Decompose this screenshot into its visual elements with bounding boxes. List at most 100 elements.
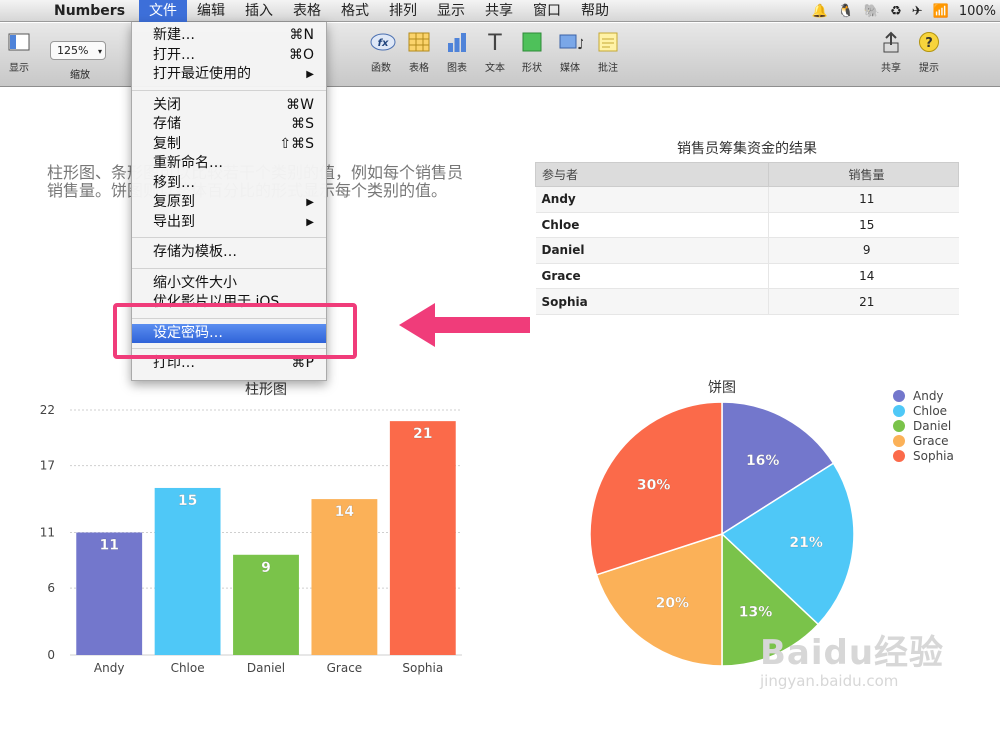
comment-button[interactable]: 批注 [597,31,619,74]
menu-separator [132,267,326,269]
header-participant[interactable]: 参与者 [535,162,769,187]
menu-item-open-recent[interactable]: 打开最近使用的 ▶ [132,65,326,85]
qq-icon[interactable]: 🐧 [838,4,854,19]
menu-help[interactable]: 帮助 [571,0,619,22]
menu-separator [132,89,326,91]
watermark-brand: Baidu经验 [760,633,945,673]
baidu-watermark: Baidu经验 jingyan.baidu.com [760,625,944,690]
menu-item-reduce-file-size[interactable]: 缩小文件大小 [132,274,326,294]
submenu-arrow-icon: ▶ [306,69,314,80]
shape-button[interactable]: 形状 [521,31,543,74]
menu-arrange[interactable]: 排列 [379,0,427,22]
table-cell[interactable]: Chloe [535,211,769,239]
header-sales[interactable]: 销售量 [767,162,960,187]
menu-item-rename[interactable]: 重新命名… [132,154,326,174]
table-row: Grace 14 [535,262,959,290]
zoom-select[interactable]: 125% ▾ [50,41,106,60]
bar[interactable] [389,421,456,655]
table-row: Sophia 21 [535,288,959,315]
menu-item-revert-to[interactable]: 复原到 ▶ [132,193,326,213]
highlight-box [113,303,357,359]
pointer-arrow-icon [399,303,530,347]
menu-item-save-as-template[interactable]: 存储为模板… [132,243,326,263]
menu-item-new[interactable]: 新建… ⌘N [132,26,326,46]
menu-item-duplicate[interactable]: 复制 ⇧⌘S [132,135,326,155]
bar[interactable] [154,487,221,655]
menu-separator [132,237,326,238]
text-button[interactable]: T 文本 [484,31,506,74]
x-tick-label: Chloe [171,661,205,675]
menu-item-open[interactable]: 打开… ⌘O [132,46,326,66]
menu-share[interactable]: 共享 [475,0,523,22]
table-cell[interactable]: Grace [535,262,769,290]
menu-edit[interactable]: 编辑 [187,0,235,22]
table-cell[interactable]: Daniel [535,237,769,264]
bell-icon[interactable]: 🔔 [812,4,828,19]
menu-item-close[interactable]: 关闭 ⌘W [132,96,326,116]
menu-view[interactable]: 显示 [427,0,475,22]
menu-item-move-to[interactable]: 移到… [132,174,326,194]
app-menu[interactable]: Numbers [40,3,139,19]
legend-label: Daniel [913,419,951,433]
table-cell[interactable]: 21 [767,288,959,315]
table-cell[interactable]: Sophia [535,288,769,315]
view-icon [8,31,30,53]
legend-swatch [893,420,905,432]
submenu-arrow-icon: ▶ [306,197,314,208]
svg-text:♪: ♪ [577,37,583,53]
menu-file[interactable]: 文件 [139,0,188,22]
table-cell[interactable]: 15 [767,211,959,239]
share-button[interactable]: 共享 [880,31,902,74]
battery-level[interactable]: 100% [959,4,996,19]
view-button[interactable]: 显示 [8,31,30,74]
table-cell[interactable]: 14 [767,262,959,290]
table-cell[interactable]: Andy [535,186,769,213]
sales-table[interactable]: 参与者 销售量 Andy 11 Chloe 15 Daniel 9 Grace 14 S… [535,162,960,315]
menu-insert[interactable]: 插入 [235,0,283,22]
x-tick-label: Grace [327,661,363,675]
bar-chart[interactable]: 柱形图 0 6 11 17 22 11 Andy 15 Chloe 9 Daniel 14 Grace 21… [0,375,480,680]
airmail-icon[interactable]: ✈ [912,4,923,19]
table-cell[interactable]: 11 [767,186,959,213]
pie-value-label: 21% [789,535,823,551]
pie-value-label: 20% [656,595,690,611]
x-tick-label: Andy [94,661,125,675]
legend-swatch [893,390,905,402]
svg-text:fx: fx [378,38,389,49]
table-row: Daniel 9 [535,237,959,264]
menu-format[interactable]: 格式 [331,0,379,22]
function-button[interactable]: fx 函数 [370,31,396,74]
chart-button[interactable]: 图表 [446,31,468,74]
legend-swatch [893,435,905,447]
legend-swatch [893,405,905,417]
table-cell[interactable]: 9 [767,237,959,264]
table-icon [408,31,430,53]
menubar: Numbers 文件 编辑 插入 表格 格式 排列 显示 共享 窗口 帮助 🔔 … [0,0,1000,22]
menu-item-save[interactable]: 存储 ⌘S [132,115,326,135]
legend-label: Sophia [913,449,954,463]
media-icon: ♪ [559,31,586,53]
wifi-icon[interactable]: 📶 [933,4,949,19]
table-button[interactable]: 表格 [408,31,430,74]
sync-icon[interactable]: ♻ [890,4,902,19]
question-icon: ? [918,31,940,53]
pie-value-label: 13% [739,605,773,621]
shape-icon [521,31,543,53]
media-button[interactable]: ♪ 媒体 [559,31,586,74]
table-title[interactable]: 销售员筹集资金的结果 [535,138,959,158]
menu-table[interactable]: 表格 [283,0,331,22]
evernote-icon[interactable]: 🐘 [864,4,880,19]
menu-item-export-to[interactable]: 导出到 ▶ [132,213,326,233]
legend-label: Chloe [913,404,947,418]
menu-window[interactable]: 窗口 [523,0,571,22]
bar[interactable] [311,499,378,655]
legend-label: Andy [913,389,944,403]
tips-button[interactable]: ? 提示 [918,31,940,74]
svg-text:T: T [487,31,502,53]
x-tick-label: Daniel [247,661,285,675]
table-header-row: 参与者 销售量 [535,162,960,187]
pie-value-label: 16% [746,453,780,469]
watermark-url: jingyan.baidu.com [760,672,899,690]
legend-swatch [893,450,905,462]
y-tick-label: 6 [47,581,55,595]
